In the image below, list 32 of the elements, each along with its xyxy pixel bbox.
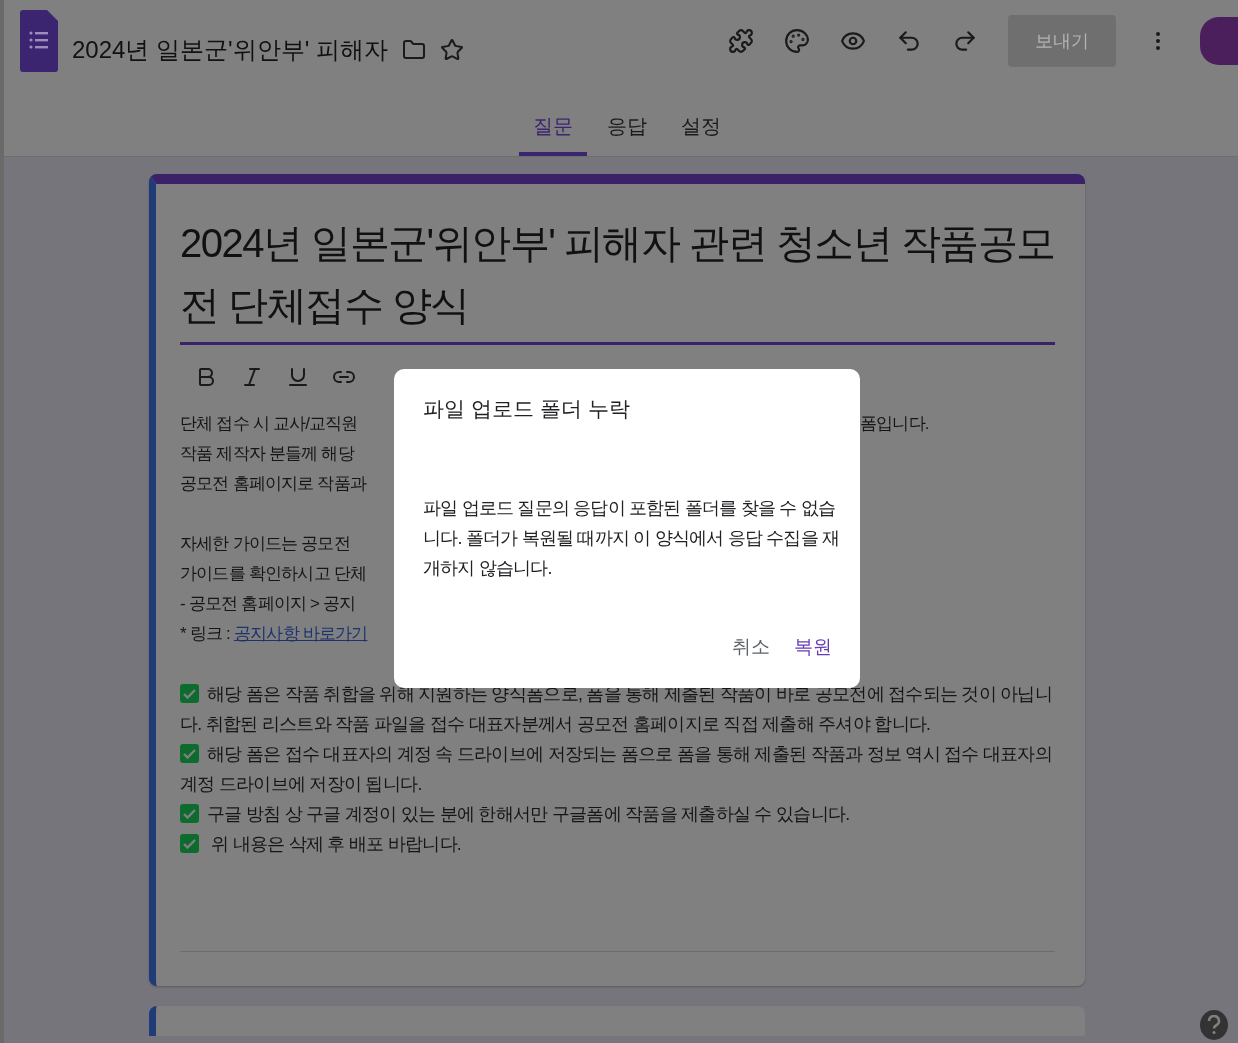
star-icon[interactable]	[439, 38, 464, 62]
undo-icon[interactable]	[896, 28, 922, 54]
description-text: 자세한 가이드는 공모전	[180, 534, 350, 553]
description-text: 폼입니다.	[860, 414, 929, 433]
tab[interactable]: 응답	[593, 100, 661, 156]
dialog-message: 파일 업로드 질문의 응답이 포함된 폴더를 찾을 수 없습니다. 폴더가 복원될 때까지 이 양식에서 응답 수집을 재개하지 않습니다.	[423, 497, 840, 580]
send-button[interactable]: 보내기	[1008, 15, 1116, 67]
notice-link[interactable]: 공지사항 바로가기	[233, 624, 368, 643]
notice-text: 해당 폼은 접수 대표자의 계정 속 드라이브에 저장되는 폼으로 폼을 통해 제출된 작품과 정보 역시 접수 대표자의 계정 드라이브에 저장이 됩니다.	[180, 744, 1053, 794]
description-text: 작품 제작자 분들께 해당	[180, 444, 354, 463]
document-title: 2024년 일본군'위안부' 피해자	[72, 35, 388, 65]
help-icon[interactable]	[1200, 1010, 1228, 1040]
palette-icon[interactable]	[784, 28, 810, 54]
puzzle-icon[interactable]	[728, 28, 754, 54]
description-text: 단체 접수 시 교사/교직원	[180, 414, 358, 433]
folder-icon[interactable]	[401, 38, 426, 62]
form-title[interactable]: 2024년 일본군'위안부' 피해자 관련 청소년 작품공모전 단체접수 양식	[180, 212, 1055, 345]
description-text: - 공모전 홈페이지 > 공지	[180, 594, 356, 613]
forms-logo-icon	[20, 10, 58, 72]
avatar[interactable]	[1200, 17, 1238, 65]
dialog-button[interactable]: 취소	[724, 628, 778, 666]
notice-text: 구글 방침 상 구글 계정이 있는 분에 한해서만 구글폼에 작품을 제출하실 수 있습니다.	[207, 804, 850, 824]
underline-icon[interactable]	[286, 365, 310, 389]
dialog-title: 파일 업로드 폴더 누락	[423, 396, 631, 422]
description-text: 공모전 홈페이지로 작품과	[180, 474, 367, 493]
redo-icon[interactable]	[952, 28, 978, 54]
tab[interactable]: 질문	[519, 100, 587, 156]
tab[interactable]: 설정	[667, 100, 735, 156]
link-label: * 링크 :	[180, 624, 231, 643]
notice-text: 위 내용은 삭제 후 배포 바랍니다.	[210, 834, 462, 854]
dialog-button[interactable]: 복원	[786, 628, 840, 666]
description-text: 가이드를 확인하시고 단체	[180, 564, 367, 583]
